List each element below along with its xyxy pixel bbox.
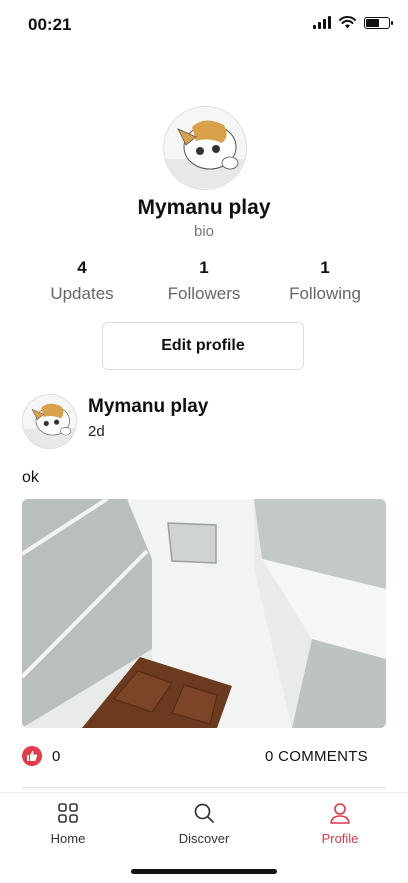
edit-profile-button[interactable]: Edit profile bbox=[102, 322, 304, 370]
stat-followers[interactable]: 1 Followers bbox=[136, 258, 272, 304]
tab-discover[interactable]: Discover bbox=[154, 801, 254, 846]
grid-icon bbox=[58, 803, 78, 823]
tab-home[interactable]: Home bbox=[18, 801, 118, 846]
stat-label: Following bbox=[289, 284, 361, 303]
tab-label: Profile bbox=[321, 831, 359, 846]
cat-avatar-image bbox=[23, 395, 76, 448]
stat-value: 1 bbox=[320, 258, 330, 277]
profile-bio: bio bbox=[193, 223, 215, 240]
stat-label: Followers bbox=[167, 284, 241, 303]
stat-following[interactable]: 1 Following bbox=[257, 258, 393, 304]
user-icon bbox=[330, 803, 350, 824]
status-time: 00:21 bbox=[28, 15, 72, 34]
post-author-avatar[interactable] bbox=[22, 394, 77, 449]
comments-link[interactable]: 0 COMMENTS bbox=[265, 748, 368, 765]
battery-icon bbox=[364, 16, 393, 29]
home-indicator bbox=[131, 869, 277, 874]
profile-avatar[interactable] bbox=[163, 106, 247, 190]
like-button[interactable] bbox=[22, 746, 42, 766]
profile-name: Mymanu play bbox=[137, 196, 271, 219]
post-author-name[interactable]: Mymanu play bbox=[88, 396, 208, 418]
status-bar: 00:21 bbox=[0, 0, 408, 50]
post-timestamp: 2d bbox=[88, 423, 105, 440]
tab-label: Discover bbox=[178, 831, 230, 846]
tab-label: Home bbox=[50, 831, 86, 846]
thumbs-up-icon bbox=[27, 751, 38, 761]
post-image[interactable] bbox=[22, 499, 386, 728]
cellular-signal-icon bbox=[313, 16, 331, 29]
stat-updates[interactable]: 4 Updates bbox=[14, 258, 150, 304]
tab-profile[interactable]: Profile bbox=[290, 801, 390, 846]
post-text: ok bbox=[22, 469, 39, 486]
like-count: 0 bbox=[52, 748, 61, 765]
stat-value: 1 bbox=[199, 258, 209, 277]
cat-avatar-image bbox=[164, 107, 246, 189]
stat-value: 4 bbox=[77, 258, 87, 277]
search-icon bbox=[194, 803, 214, 823]
status-icons bbox=[313, 16, 393, 29]
wifi-icon bbox=[339, 16, 356, 29]
room-photo bbox=[22, 499, 386, 728]
stat-label: Updates bbox=[50, 284, 114, 303]
divider bbox=[22, 787, 386, 788]
